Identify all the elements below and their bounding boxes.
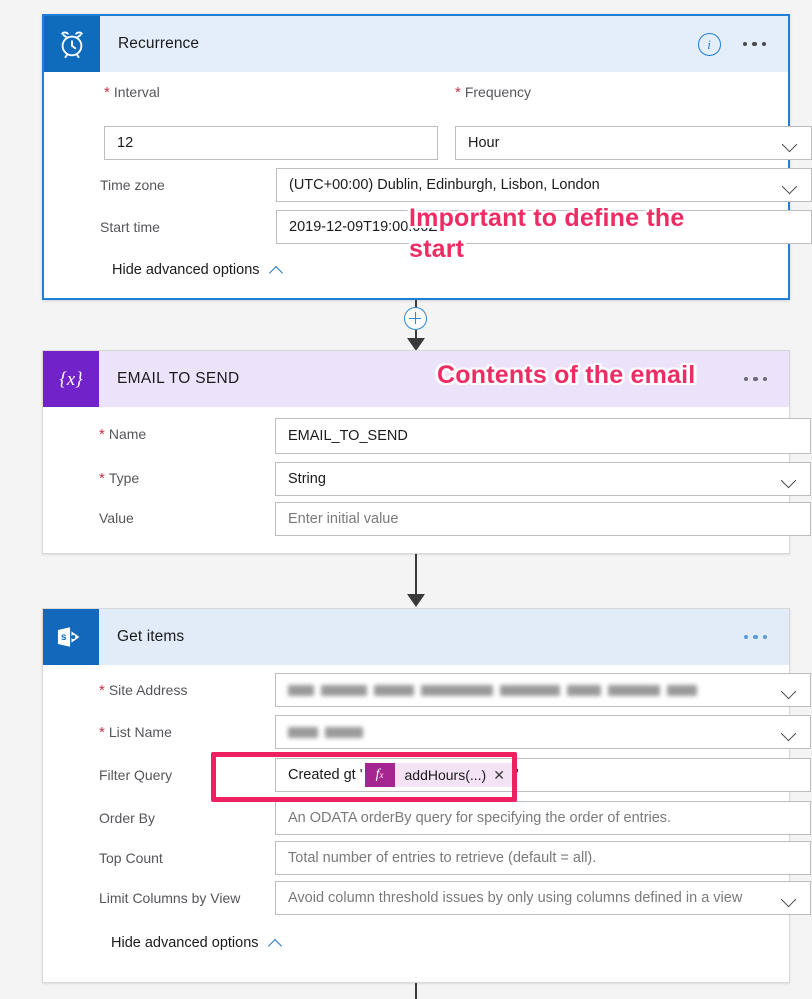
value-label: Value [99, 510, 134, 526]
svg-text:{x}: {x} [59, 369, 83, 390]
site-address-label: * Site Address [99, 682, 188, 699]
top-count-label: Top Count [99, 850, 163, 866]
frequency-dropdown[interactable]: Hour [455, 126, 812, 160]
add-step-button-1[interactable] [404, 307, 427, 330]
get-items-menu-ellipsis-icon[interactable] [743, 634, 767, 640]
limit-columns-by-view-placeholder: Avoid column threshold issues by only us… [288, 890, 743, 906]
order-by-input[interactable]: An ODATA orderBy query for specifying th… [275, 801, 811, 835]
email-to-send-card-title: EMAIL TO SEND [117, 370, 240, 387]
variable-name-input[interactable]: EMAIL_TO_SEND [275, 418, 811, 454]
filter-query-label: Filter Query [99, 767, 173, 783]
close-icon[interactable]: ✕ [493, 763, 514, 787]
variable-value-placeholder: Enter initial value [288, 511, 399, 527]
filter-query-input[interactable]: Created gt ' fx addHours(...) ✕ ' [275, 758, 811, 792]
chevron-up-icon [270, 266, 284, 275]
fx-expression-icon: fx [364, 763, 395, 787]
flow-designer-canvas: Recurrence i * Interval * Frequency 12 H… [0, 0, 812, 999]
list-name-label: * List Name [99, 724, 172, 741]
recurrence-menu-ellipsis-icon[interactable] [742, 41, 766, 47]
filter-query-suffix: ' [515, 767, 519, 783]
sharepoint-icon: s [43, 609, 99, 665]
required-asterisk: * [104, 84, 110, 101]
required-asterisk: * [455, 84, 461, 101]
recurrence-card-body: * Interval * Frequency 12 Hour Time zone… [44, 72, 812, 278]
recurrence-card-header[interactable]: Recurrence i [44, 16, 788, 72]
svg-text:s: s [61, 632, 67, 643]
required-asterisk: * [99, 426, 105, 443]
order-by-placeholder: An ODATA orderBy query for specifying th… [288, 810, 672, 826]
time-zone-label: Time zone [100, 177, 165, 193]
list-name-dropdown[interactable] [275, 715, 811, 749]
chevron-up-icon [269, 939, 283, 948]
limit-columns-by-view-dropdown[interactable]: Avoid column threshold issues by only us… [275, 881, 811, 915]
variable-braces-icon: {x} [43, 351, 99, 407]
time-zone-dropdown[interactable]: (UTC+00:00) Dublin, Edinburgh, Lisbon, L… [276, 168, 812, 202]
interval-input[interactable]: 12 [104, 126, 438, 160]
variable-value-input[interactable]: Enter initial value [275, 502, 811, 536]
filter-query-prefix: Created gt ' [288, 767, 363, 783]
redacted-list-name-value [288, 726, 363, 738]
order-by-label: Order By [99, 810, 156, 826]
get-items-advanced-options-toggle[interactable]: Hide advanced options [85, 935, 283, 951]
site-address-dropdown[interactable] [275, 673, 811, 707]
info-icon[interactable]: i [697, 32, 721, 56]
redacted-site-address-value [288, 684, 697, 696]
connector-line-2 [415, 554, 417, 598]
interval-label: * Interval [104, 84, 160, 101]
top-count-placeholder: Total number of entries to retrieve (def… [288, 850, 597, 866]
expression-token-label: addHours(...) [404, 767, 487, 783]
chevron-down-icon [783, 181, 799, 190]
email-to-send-card-header[interactable]: {x} EMAIL TO SEND [43, 351, 789, 407]
chevron-down-icon [783, 139, 799, 148]
email-to-send-menu-ellipsis-icon[interactable] [743, 376, 767, 382]
get-items-card-title: Get items [117, 628, 185, 645]
connector-line-3 [415, 983, 417, 999]
start-time-input[interactable]: 2019-12-09T19:00:00Z [276, 210, 812, 244]
connector-arrow-2 [407, 594, 425, 607]
chevron-down-icon [782, 894, 798, 903]
recurrence-card[interactable]: Recurrence i * Interval * Frequency 12 H… [42, 14, 812, 300]
get-items-card-header[interactable]: s Get items [43, 609, 789, 665]
get-items-card[interactable]: s Get items * Site Address * List Name F… [42, 608, 811, 983]
frequency-label: * Frequency [455, 84, 531, 101]
required-asterisk: * [99, 724, 105, 741]
type-label: * Type [99, 470, 140, 487]
alarm-clock-icon [44, 16, 100, 72]
limit-columns-by-view-label: Limit Columns by View [99, 890, 241, 906]
recurrence-advanced-options-toggle[interactable]: Hide advanced options [86, 262, 284, 278]
required-asterisk: * [99, 470, 105, 487]
recurrence-card-title: Recurrence [118, 35, 200, 52]
name-label: * Name [99, 426, 147, 443]
chevron-down-icon [782, 728, 798, 737]
required-asterisk: * [99, 682, 105, 699]
email-to-send-card[interactable]: {x} EMAIL TO SEND * Name EMAIL_TO_SEND *… [42, 350, 811, 554]
chevron-down-icon [782, 686, 798, 695]
expression-token[interactable]: fx addHours(...) ✕ [364, 763, 514, 787]
start-time-label: Start time [100, 219, 160, 235]
chevron-down-icon [782, 475, 798, 484]
variable-type-dropdown[interactable]: String [275, 462, 811, 496]
top-count-input[interactable]: Total number of entries to retrieve (def… [275, 841, 811, 875]
